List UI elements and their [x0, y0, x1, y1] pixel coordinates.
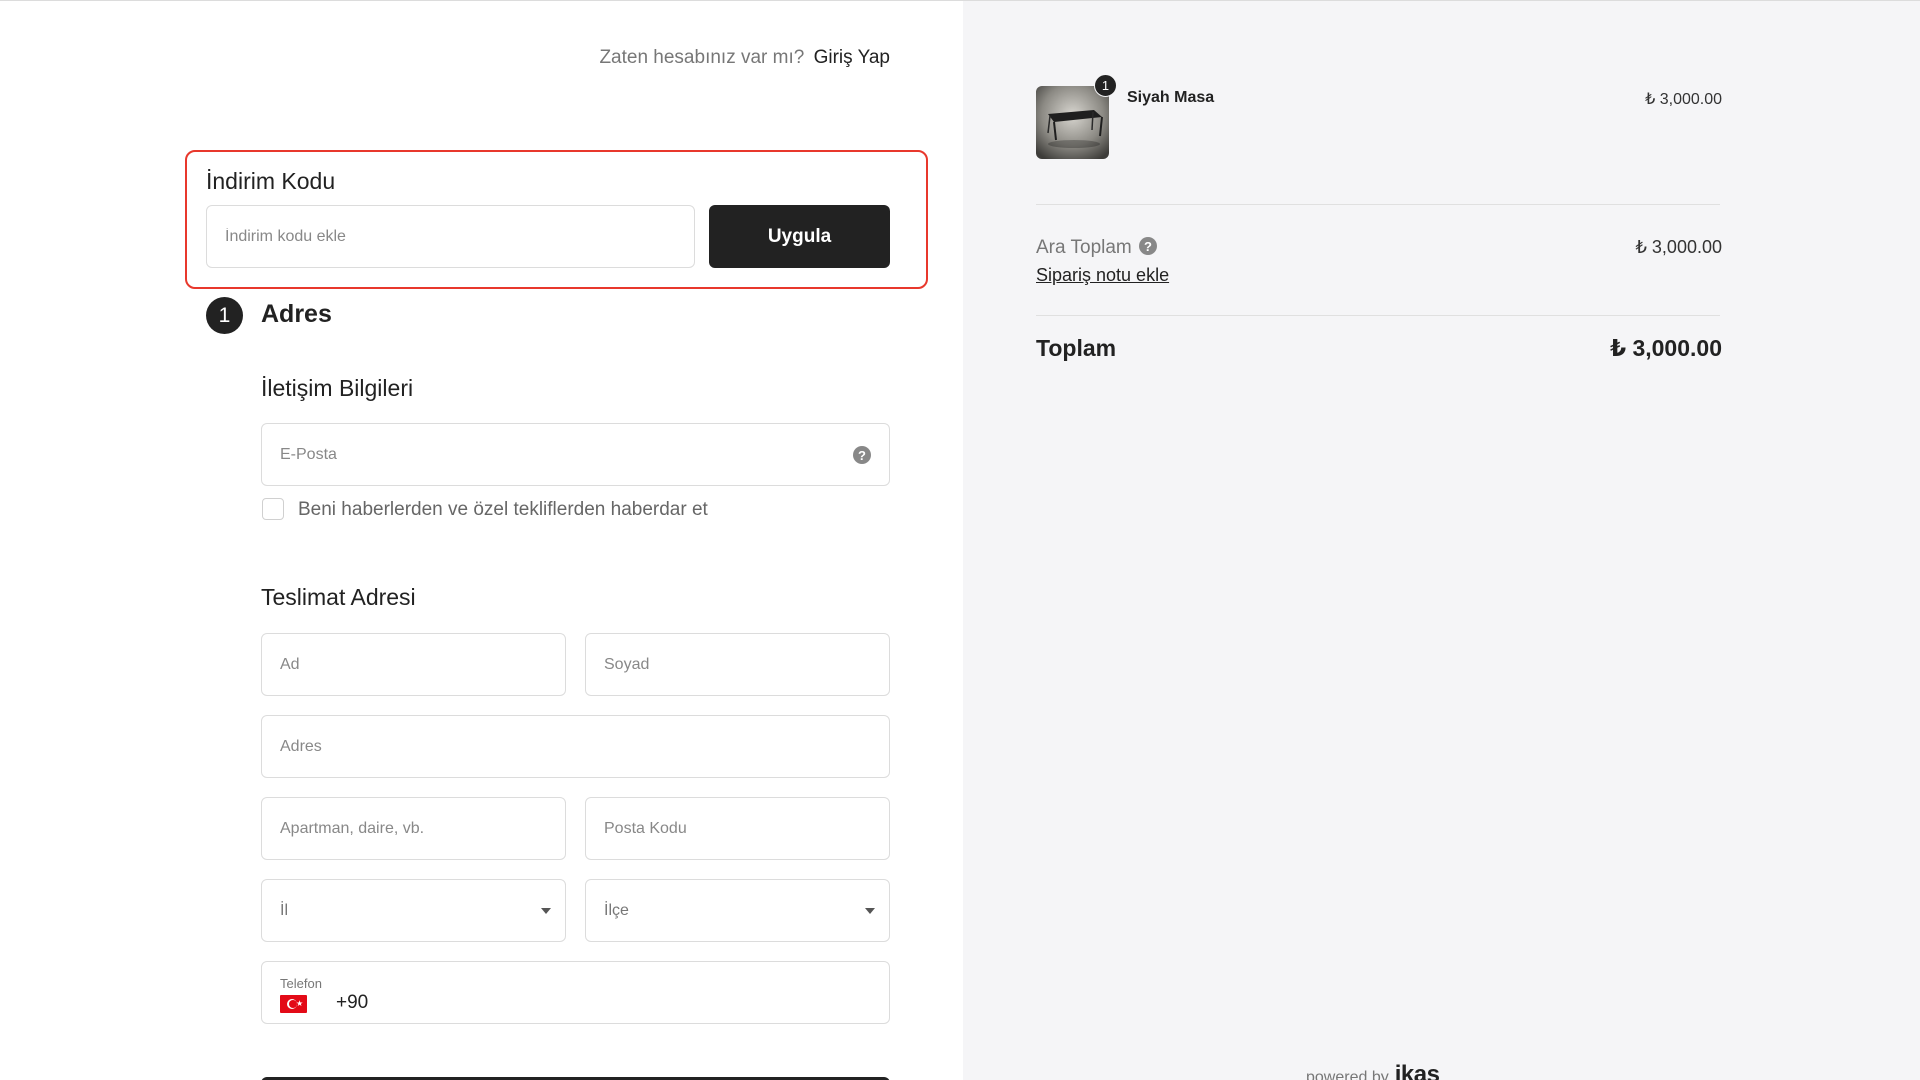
province-select[interactable]: İl	[261, 879, 566, 942]
step-title: Adres	[261, 300, 332, 328]
quantity-badge: 1	[1094, 74, 1117, 97]
powered-by-footer: powered by ikas	[1306, 1061, 1440, 1080]
email-help-icon[interactable]: ?	[853, 446, 871, 464]
discount-code-input[interactable]	[206, 205, 695, 268]
subtotal-value: ₺ 3,000.00	[1635, 237, 1722, 257]
checkout-page: Zaten hesabınız var mı? Giriş Yap İndiri…	[0, 0, 1920, 1080]
district-select[interactable]: İlçe	[585, 879, 890, 942]
ikas-logo[interactable]: ikas	[1395, 1061, 1440, 1080]
last-name-field[interactable]	[585, 633, 890, 696]
newsletter-checkbox[interactable]	[262, 498, 284, 520]
chevron-down-icon	[865, 907, 875, 914]
province-select-value: İl	[280, 901, 288, 919]
shipping-section-title: Teslimat Adresi	[261, 584, 416, 610]
product-name: Siyah Masa	[1127, 89, 1215, 106]
first-name-field[interactable]	[261, 633, 566, 696]
divider	[1036, 315, 1720, 316]
divider	[1036, 204, 1720, 205]
total-label: Toplam	[1036, 335, 1117, 361]
add-order-note-link[interactable]: Sipariş notu ekle	[1036, 265, 1169, 286]
login-prompt: Zaten hesabınız var mı? Giriş Yap	[599, 47, 890, 69]
product-image	[1036, 86, 1109, 159]
order-summary-panel: 1 Siyah Masa ₺ 3,000.00 Ara Toplam ? ₺ 3…	[963, 1, 1920, 1080]
subtotal-label: Ara Toplam	[1036, 237, 1132, 258]
checkout-form-column: Zaten hesabınız var mı? Giriş Yap İndiri…	[0, 1, 963, 1080]
have-account-text: Zaten hesabınız var mı?	[599, 47, 805, 68]
product-price: ₺ 3,000.00	[1645, 91, 1722, 108]
step-number-badge: 1	[206, 297, 243, 334]
total-value: ₺ 3,000.00	[1610, 335, 1722, 361]
newsletter-label: Beni haberlerden ve özel tekliflerden ha…	[298, 499, 708, 520]
phone-label: Telefon	[280, 976, 322, 991]
discount-title: İndirim Kodu	[206, 168, 336, 194]
login-link[interactable]: Giriş Yap	[814, 47, 890, 68]
address-field[interactable]	[261, 715, 890, 778]
phone-country-code: +90	[336, 992, 369, 1013]
chevron-down-icon	[541, 907, 551, 914]
postal-code-field[interactable]	[585, 797, 890, 860]
district-select-value: İlçe	[604, 901, 629, 919]
email-field[interactable]	[261, 423, 890, 486]
turkey-flag-icon[interactable]: ★	[280, 995, 307, 1013]
apartment-field[interactable]	[261, 797, 566, 860]
contact-section-title: İletişim Bilgileri	[261, 375, 414, 401]
subtotal-help-icon[interactable]: ?	[1139, 237, 1157, 255]
phone-field[interactable]: Telefon ★ +90	[261, 961, 890, 1024]
apply-discount-button[interactable]: Uygula	[709, 205, 890, 268]
powered-by-text: powered by	[1306, 1069, 1389, 1080]
